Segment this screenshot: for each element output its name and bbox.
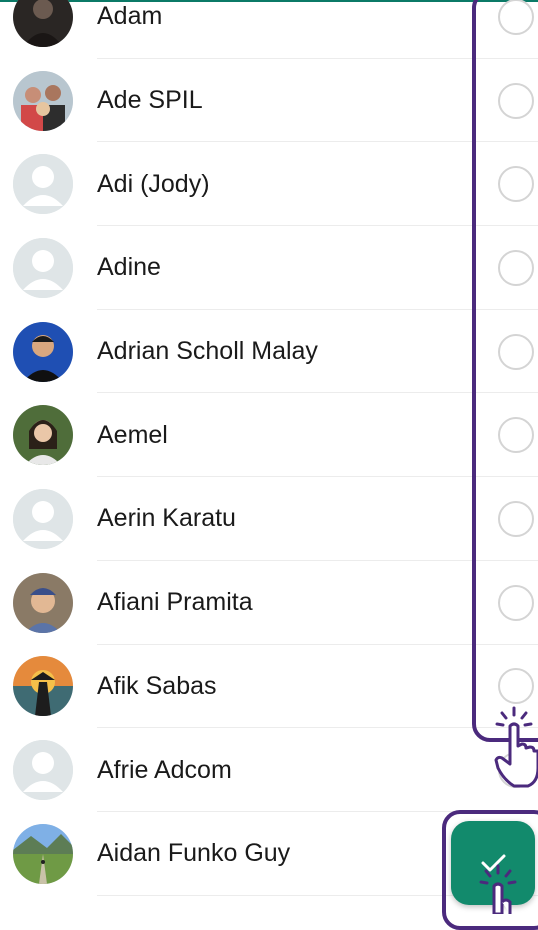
avatar — [13, 405, 73, 466]
contact-row[interactable]: Adi (Jody) — [0, 142, 538, 227]
contact-row[interactable]: Afiani Pramita — [0, 561, 538, 645]
contact-row[interactable]: Afrie Adcom — [0, 728, 538, 812]
select-radio[interactable] — [498, 0, 534, 35]
avatar — [13, 0, 73, 47]
avatar — [13, 572, 73, 633]
contact-name: Afik Sabas — [97, 671, 217, 700]
contact-row[interactable]: Afik Sabas — [0, 645, 538, 729]
default-avatar-icon — [13, 740, 73, 801]
select-radio[interactable] — [498, 166, 534, 203]
contact-name: Adrian Scholl Malay — [97, 337, 318, 366]
avatar — [13, 70, 73, 131]
contact-row[interactable]: Aemel — [0, 393, 538, 478]
contact-name: Ade SPIL — [97, 86, 203, 115]
default-avatar-icon — [13, 488, 73, 549]
contact-name: Aidan Funko Guy — [97, 839, 291, 868]
tap-hand-icon — [494, 706, 538, 788]
contact-row[interactable]: Adrian Scholl Malay — [0, 310, 538, 394]
contact-name: Adam — [97, 2, 163, 31]
contact-row[interactable]: Adam — [0, 0, 538, 59]
contact-list: Adam Ade SPIL Adi (Jody) Adine Adrian Sc… — [0, 0, 538, 896]
contact-name: Aemel — [97, 420, 168, 449]
select-radio[interactable] — [498, 668, 534, 705]
avatar — [13, 656, 73, 717]
contact-name: Adi (Jody) — [97, 169, 210, 198]
tap-hand-icon — [479, 864, 517, 914]
avatar — [13, 823, 73, 884]
contact-row[interactable]: Aerin Karatu — [0, 477, 538, 561]
contact-name: Afiani Pramita — [97, 588, 253, 617]
contact-name: Aerin Karatu — [97, 504, 236, 533]
contact-name: Afrie Adcom — [97, 755, 232, 784]
select-radio[interactable] — [498, 500, 534, 537]
default-avatar-icon — [13, 237, 73, 298]
contact-row[interactable]: Ade SPIL — [0, 59, 538, 143]
select-radio[interactable] — [498, 249, 534, 286]
select-radio[interactable] — [498, 333, 534, 370]
contact-name: Adine — [97, 253, 161, 282]
select-radio[interactable] — [498, 584, 534, 621]
avatar — [13, 321, 73, 382]
contact-row[interactable]: Adine — [0, 226, 538, 310]
default-avatar-icon — [13, 154, 73, 215]
select-radio[interactable] — [498, 417, 534, 454]
select-radio[interactable] — [498, 82, 534, 119]
